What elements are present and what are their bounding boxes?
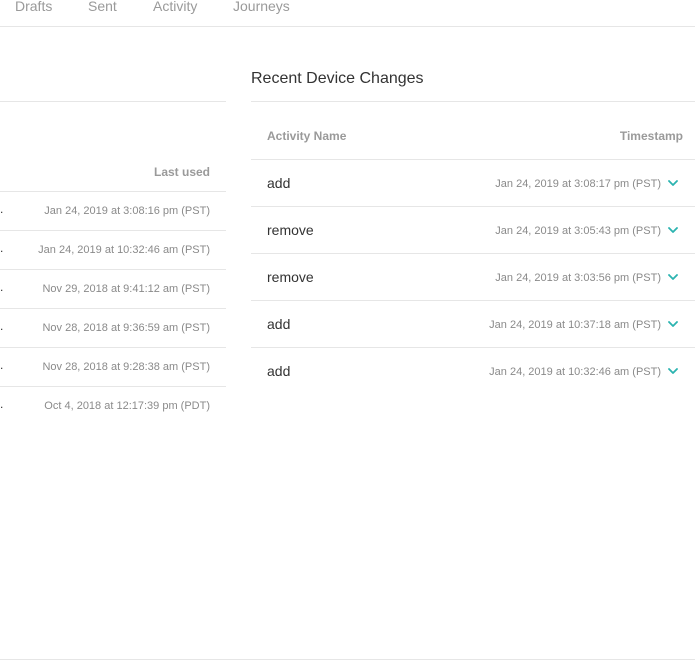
row-timestamp: Nov 29, 2018 at 9:41:12 am (PST) <box>42 283 210 295</box>
table-row[interactable]: add Jan 24, 2019 at 3:08:17 pm (PST) <box>251 159 695 206</box>
row-name-truncated: . <box>0 202 4 216</box>
device-usage-panel: Last used . Jan 24, 2019 at 3:08:16 pm (… <box>0 27 226 447</box>
row-name-truncated: . <box>0 241 4 255</box>
table-row[interactable]: remove Jan 24, 2019 at 3:03:56 pm (PST) <box>251 253 695 300</box>
tab-activity[interactable]: Activity <box>153 0 197 14</box>
top-tab-nav: Drafts Sent Activity Journeys <box>0 0 695 27</box>
timestamp-column-header: Timestamp <box>619 129 683 143</box>
table-row: . Nov 28, 2018 at 9:36:59 am (PST) <box>0 308 226 347</box>
footer-divider <box>0 659 695 660</box>
activity-name: remove <box>267 222 314 238</box>
recent-device-changes-panel: Recent Device Changes Activity Name Time… <box>251 27 695 427</box>
panel-divider <box>0 101 226 102</box>
tab-drafts[interactable]: Drafts <box>15 0 52 14</box>
chevron-down-icon[interactable] <box>668 367 678 375</box>
row-name-truncated: . <box>0 280 4 294</box>
row-timestamp: Oct 4, 2018 at 12:17:39 pm (PDT) <box>44 400 210 412</box>
table-row[interactable]: add Jan 24, 2019 at 10:37:18 am (PST) <box>251 300 695 347</box>
row-timestamp: Nov 28, 2018 at 9:28:38 am (PST) <box>42 361 210 373</box>
activity-name: add <box>267 316 291 332</box>
row-timestamp: Jan 24, 2019 at 10:32:46 am (PST) <box>38 244 210 256</box>
table-row: . Jan 24, 2019 at 10:32:46 am (PST) <box>0 230 226 269</box>
tab-sent[interactable]: Sent <box>88 0 117 14</box>
chevron-down-icon[interactable] <box>668 320 678 328</box>
chevron-down-icon[interactable] <box>668 273 678 281</box>
row-timestamp: Nov 28, 2018 at 9:36:59 am (PST) <box>42 322 210 334</box>
row-timestamp: Jan 24, 2019 at 3:08:16 pm (PST) <box>44 205 210 217</box>
activity-timestamp: Jan 24, 2019 at 3:05:43 pm (PST) <box>495 225 661 237</box>
activity-timestamp: Jan 24, 2019 at 3:03:56 pm (PST) <box>495 272 661 284</box>
last-used-column-header: Last used <box>153 165 210 179</box>
table-row: . Jan 24, 2019 at 3:08:16 pm (PST) <box>0 191 226 230</box>
table-row: . Nov 28, 2018 at 9:28:38 am (PST) <box>0 347 226 386</box>
table-row[interactable]: remove Jan 24, 2019 at 3:05:43 pm (PST) <box>251 206 695 253</box>
panel-title: Recent Device Changes <box>251 70 424 87</box>
table-row: . Oct 4, 2018 at 12:17:39 pm (PDT) <box>0 386 226 425</box>
row-name-truncated: . <box>0 358 4 372</box>
chevron-down-icon[interactable] <box>668 179 678 187</box>
activity-name: add <box>267 175 291 191</box>
activity-timestamp: Jan 24, 2019 at 3:08:17 pm (PST) <box>495 178 661 190</box>
activity-name-column-header: Activity Name <box>267 129 347 143</box>
tab-journeys[interactable]: Journeys <box>233 0 290 14</box>
activity-timestamp: Jan 24, 2019 at 10:37:18 am (PST) <box>489 319 661 331</box>
table-row[interactable]: add Jan 24, 2019 at 10:32:46 am (PST) <box>251 347 695 394</box>
activity-name: remove <box>267 269 314 285</box>
row-name-truncated: . <box>0 319 4 333</box>
chevron-down-icon[interactable] <box>668 226 678 234</box>
activity-name: add <box>267 363 291 379</box>
table-row: . Nov 29, 2018 at 9:41:12 am (PST) <box>0 269 226 308</box>
row-name-truncated: . <box>0 397 4 411</box>
activity-timestamp: Jan 24, 2019 at 10:32:46 am (PST) <box>489 366 661 378</box>
panel-divider <box>251 101 695 102</box>
